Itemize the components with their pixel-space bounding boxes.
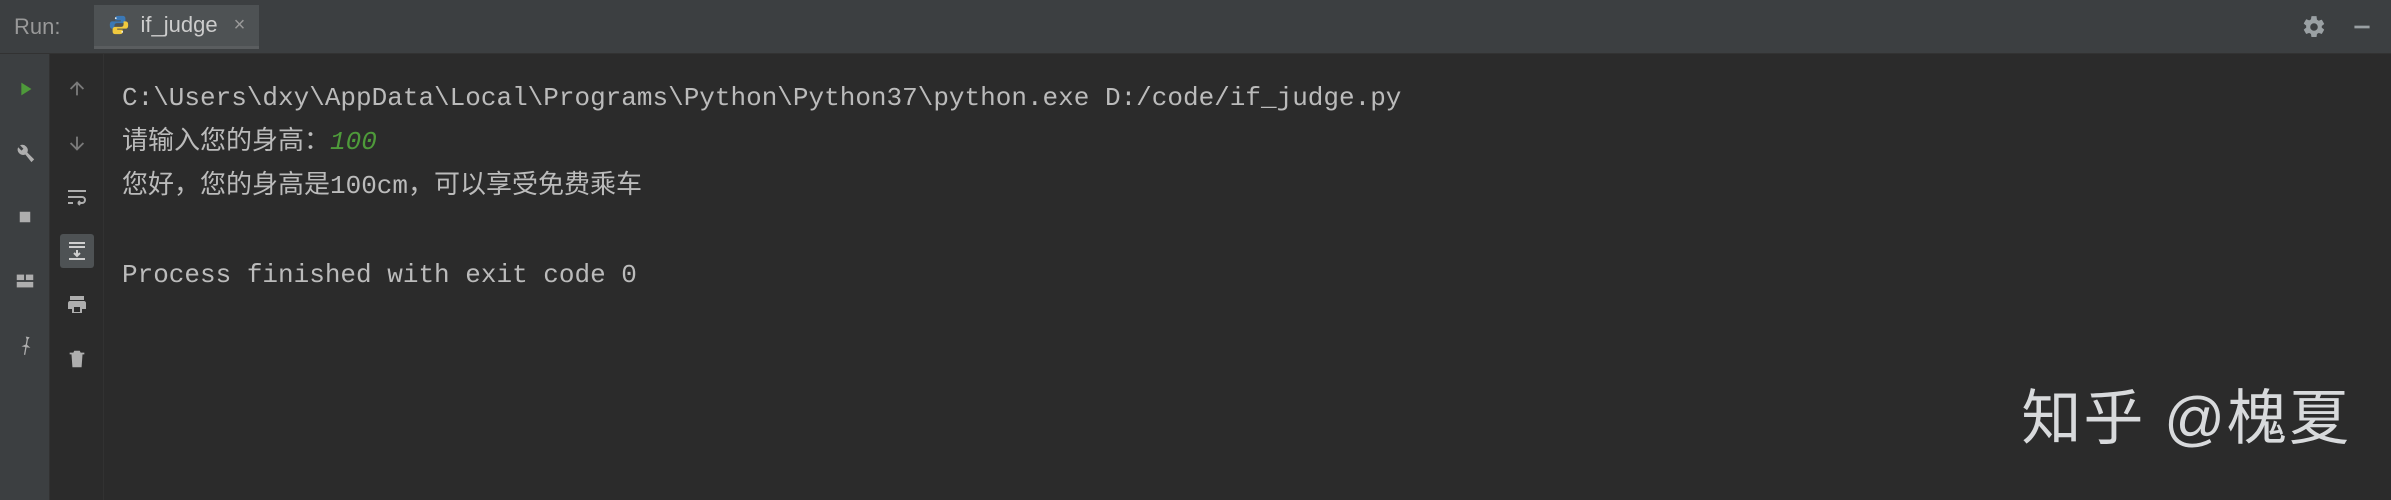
print-icon[interactable] (60, 288, 94, 322)
scroll-to-end-icon[interactable] (60, 234, 94, 268)
run-panel-body: C:\Users\dxy\AppData\Local\Programs\Pyth… (0, 54, 2391, 500)
delete-icon[interactable] (60, 342, 94, 376)
close-tab-icon[interactable]: × (234, 14, 246, 37)
prompt-text: 请输入您的身高： (122, 127, 330, 157)
run-toolbar-primary (0, 54, 50, 500)
output-line: 您好，您的身高是100cm，可以享受免费乘车 (122, 164, 2373, 208)
layout-button[interactable] (8, 264, 42, 298)
user-input-text: 100 (330, 127, 377, 157)
pin-button[interactable] (8, 328, 42, 362)
down-arrow-icon[interactable] (60, 126, 94, 160)
python-file-icon (108, 14, 130, 36)
run-toolbar-secondary (50, 54, 104, 500)
rerun-button[interactable] (8, 72, 42, 106)
tab-label: if_judge (140, 12, 217, 38)
wrench-button[interactable] (8, 136, 42, 170)
soft-wrap-icon[interactable] (60, 180, 94, 214)
settings-icon[interactable] (2299, 12, 2329, 42)
up-arrow-icon[interactable] (60, 72, 94, 106)
run-tab[interactable]: if_judge × (94, 5, 259, 49)
watermark: 知乎 @槐夏 (2021, 368, 2351, 470)
stop-button[interactable] (8, 200, 42, 234)
output-line: 请输入您的身高：100 (122, 120, 2373, 164)
panel-title: Run: (14, 14, 60, 40)
minimize-icon[interactable] (2347, 12, 2377, 42)
console-output[interactable]: C:\Users\dxy\AppData\Local\Programs\Pyth… (104, 54, 2391, 500)
output-line: C:\Users\dxy\AppData\Local\Programs\Pyth… (122, 76, 2373, 120)
run-panel-header: Run: if_judge × (0, 0, 2391, 54)
blank-line (122, 209, 2373, 253)
exit-code-line: Process finished with exit code 0 (122, 253, 2373, 297)
